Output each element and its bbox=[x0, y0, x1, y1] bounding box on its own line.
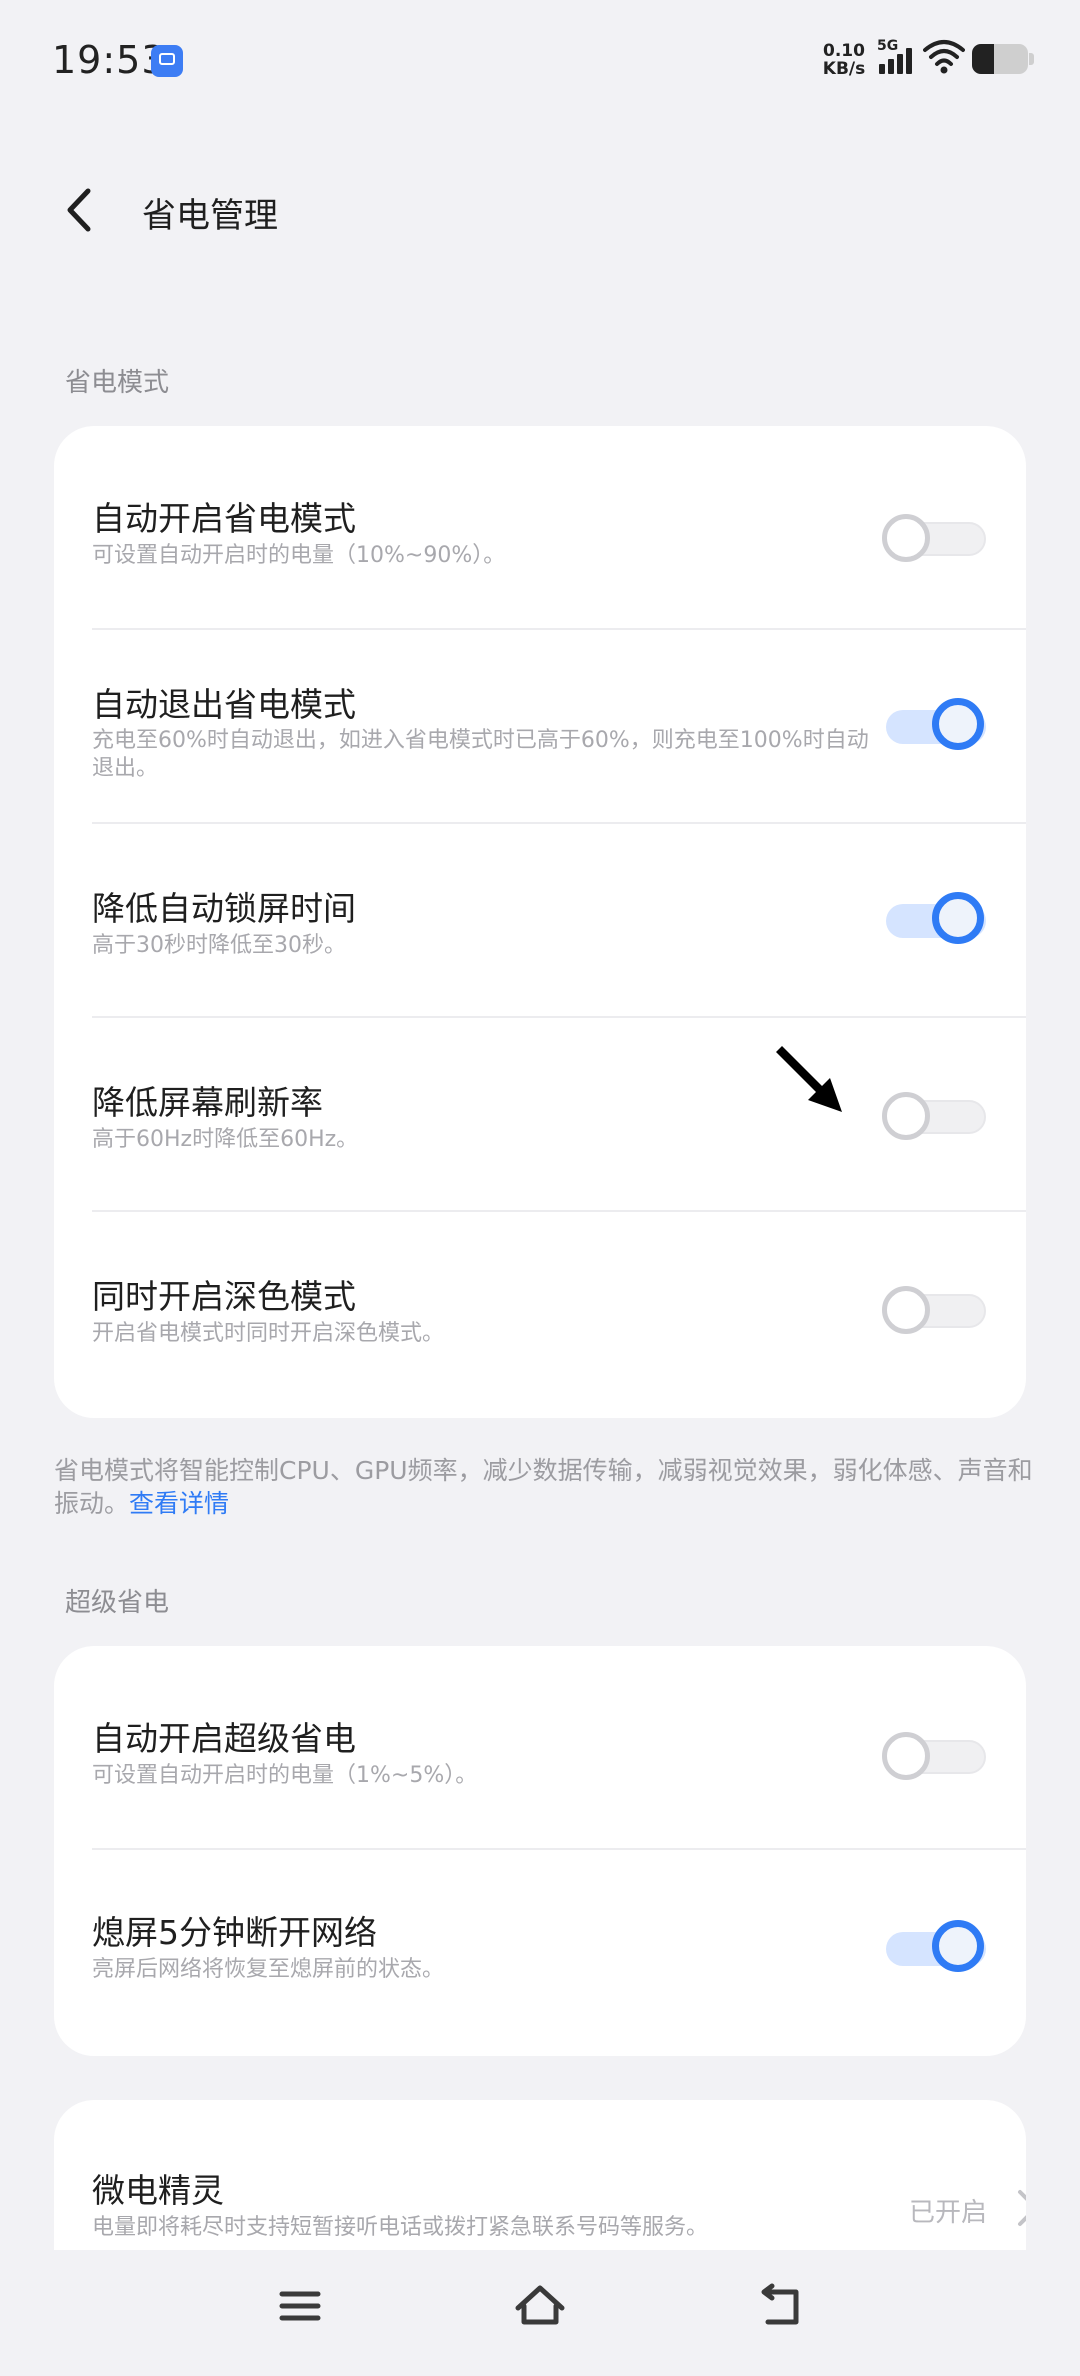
setting-title: 自动开启超级省电 bbox=[92, 1719, 356, 1758]
setting-subtitle: 充电至60%时自动退出，如进入省电模式时已高于60%，则充电至100%时自动退出… bbox=[92, 728, 869, 781]
signal-icon: 5G bbox=[877, 38, 917, 76]
setting-title: 降低屏幕刷新率 bbox=[92, 1083, 323, 1122]
battery-tip bbox=[1029, 53, 1034, 65]
setting-subtitle: 可设置自动开启时的电量（1%~5%）。 bbox=[92, 1763, 478, 1788]
home-icon[interactable] bbox=[512, 2278, 568, 2334]
setting-title: 降低自动锁屏时间 bbox=[92, 889, 356, 928]
setting-title: 同时开启深色模式 bbox=[92, 1277, 356, 1316]
micro-power-subtitle: 电量即将耗尽时支持短暂接听电话或拨打紧急联系号码等服务。 bbox=[92, 2215, 709, 2240]
micro-power-status: 已开启 bbox=[909, 2198, 988, 2228]
power-saving-note: 省电模式将智能控制CPU、GPU频率，减少数据传输，减弱视觉效果，弱化体感、声音… bbox=[54, 1454, 1034, 1520]
toggle-switch-refresh-rate[interactable] bbox=[880, 1088, 990, 1144]
setting-title: 熄屏5分钟断开网络 bbox=[92, 1913, 377, 1952]
super-saving-card: 自动开启超级省电 可设置自动开启时的电量（1%~5%）。 熄屏5分钟断开网络 亮… bbox=[54, 1646, 1026, 2056]
status-bar: 19:53 0.10 KB/s 5G bbox=[0, 0, 1080, 120]
wifi-icon bbox=[923, 40, 965, 74]
battery-level bbox=[972, 44, 995, 74]
toggle-switch-auto-enable[interactable] bbox=[880, 510, 990, 566]
battery-icon bbox=[972, 44, 1028, 74]
toggle-switch-auto-super-saving[interactable] bbox=[880, 1728, 990, 1784]
chevron-right-icon bbox=[1018, 2190, 1026, 2226]
setting-subtitle: 开启省电模式时同时开启深色模式。 bbox=[92, 1321, 445, 1346]
network-speed-value: 0.10 bbox=[823, 41, 865, 61]
setting-row-auto-enable[interactable]: 自动开启省电模式 可设置自动开启时的电量（10%~90%）。 bbox=[54, 426, 1026, 628]
setting-row-auto-exit[interactable]: 自动退出省电模式 充电至60%时自动退出，如进入省电模式时已高于60%，则充电至… bbox=[54, 630, 1026, 822]
menu-icon[interactable] bbox=[272, 2278, 328, 2334]
pointer-arrow-icon bbox=[776, 1046, 842, 1112]
setting-row-refresh-rate[interactable]: 降低屏幕刷新率 高于60Hz时降低至60Hz。 bbox=[54, 1018, 1026, 1210]
status-time: 19:53 bbox=[52, 38, 167, 82]
power-saving-card: 自动开启省电模式 可设置自动开启时的电量（10%~90%）。 自动退出省电模式 … bbox=[54, 426, 1026, 1418]
network-type: 5G bbox=[877, 38, 899, 54]
page-title: 省电管理 bbox=[142, 196, 278, 236]
toggle-switch-dark-mode[interactable] bbox=[880, 1282, 990, 1338]
setting-subtitle: 高于30秒时降低至30秒。 bbox=[92, 933, 346, 958]
back-icon[interactable] bbox=[752, 2278, 808, 2334]
setting-title: 自动开启省电模式 bbox=[92, 499, 356, 538]
toggle-switch-screen-off-network[interactable] bbox=[880, 1920, 990, 1976]
toggle-switch-lock-screen-time[interactable] bbox=[880, 892, 990, 948]
toggle-switch-auto-exit[interactable] bbox=[880, 698, 990, 754]
micro-power-card[interactable]: 微电精灵 电量即将耗尽时支持短暂接听电话或拨打紧急联系号码等服务。 已开启 bbox=[54, 2100, 1026, 2250]
view-details-link[interactable]: 查看详情 bbox=[129, 1489, 229, 1518]
setting-subtitle: 可设置自动开启时的电量（10%~90%）。 bbox=[92, 543, 506, 568]
setting-subtitle: 高于60Hz时降低至60Hz。 bbox=[92, 1127, 359, 1152]
back-arrow-icon[interactable] bbox=[60, 185, 100, 235]
micro-power-title: 微电精灵 bbox=[92, 2171, 224, 2210]
network-speed: 0.10 KB/s bbox=[820, 42, 868, 78]
section-label-power-saving: 省电模式 bbox=[65, 368, 170, 398]
setting-row-dark-mode[interactable]: 同时开启深色模式 开启省电模式时同时开启深色模式。 bbox=[54, 1212, 1026, 1418]
section-label-super-saving: 超级省电 bbox=[65, 1588, 170, 1618]
setting-row-auto-super-saving[interactable]: 自动开启超级省电 可设置自动开启时的电量（1%~5%）。 bbox=[54, 1646, 1026, 1848]
setting-row-lock-screen-time[interactable]: 降低自动锁屏时间 高于30秒时降低至30秒。 bbox=[54, 824, 1026, 1016]
setting-subtitle: 亮屏后网络将恢复至熄屏前的状态。 bbox=[92, 1957, 445, 1982]
navigation-bar bbox=[0, 2250, 1080, 2376]
screen-cast-icon bbox=[151, 45, 183, 77]
app-header: 省电管理 bbox=[0, 150, 1080, 270]
setting-row-screen-off-network[interactable]: 熄屏5分钟断开网络 亮屏后网络将恢复至熄屏前的状态。 bbox=[54, 1850, 1026, 2056]
setting-title: 自动退出省电模式 bbox=[92, 685, 356, 724]
network-speed-unit: KB/s bbox=[822, 59, 866, 79]
